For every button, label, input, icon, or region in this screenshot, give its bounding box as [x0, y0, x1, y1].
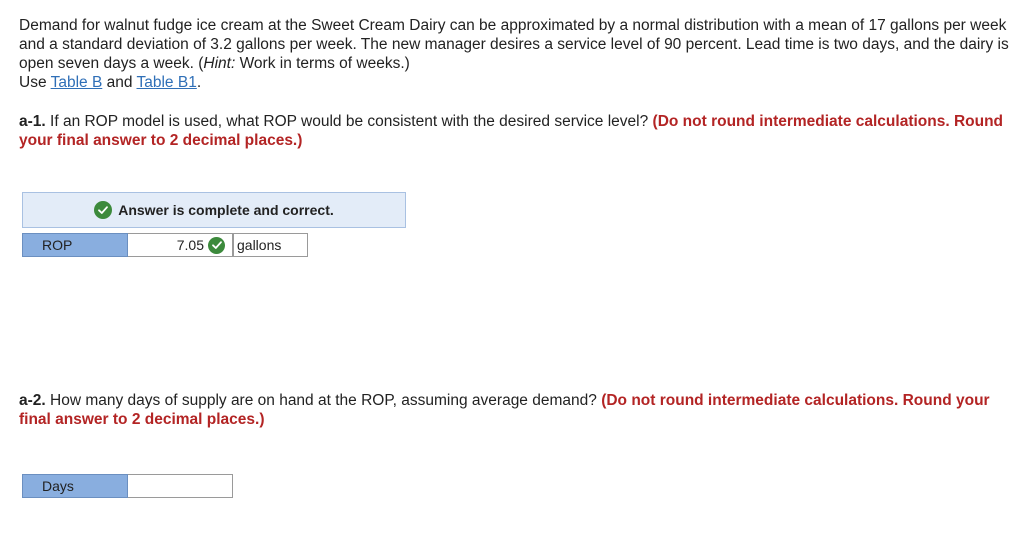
- hint-label: Hint:: [203, 55, 236, 72]
- use-label: Use: [19, 74, 51, 91]
- answer-status-text: Answer is complete and correct.: [118, 201, 334, 218]
- question-a2-text: How many days of supply are on hand at t…: [45, 392, 602, 409]
- problem-statement: Demand for walnut fudge ice cream at the…: [19, 16, 1009, 92]
- days-label: Days: [22, 474, 128, 498]
- rop-answer-value: 7.05: [176, 237, 204, 253]
- rop-unit: gallons: [233, 233, 308, 257]
- check-icon: [94, 201, 113, 219]
- rop-label: ROP: [22, 233, 128, 257]
- table-b1-link[interactable]: Table B1: [137, 74, 197, 91]
- problem-text: Demand for walnut fudge ice cream at the…: [19, 16, 1009, 73]
- question-a1-number: a-1.: [19, 113, 46, 130]
- period: .: [196, 74, 202, 91]
- answer-status-banner: Answer is complete and correct.: [22, 192, 406, 228]
- question-a1-text: If an ROP model is used, what ROP would …: [45, 113, 653, 130]
- table-b-link[interactable]: Table B: [51, 74, 103, 91]
- problem-body: Demand for walnut fudge ice cream at the…: [19, 17, 1009, 72]
- question-a2: a-2. How many days of supply are on hand…: [19, 391, 1009, 429]
- table-reference: Use Table B and Table B1.: [19, 73, 1009, 92]
- and-text: and: [102, 74, 137, 91]
- days-answer-field[interactable]: [128, 474, 233, 498]
- days-answer-row: Days: [22, 474, 233, 498]
- rop-answer-row: ROP 7.05 gallons: [22, 233, 308, 257]
- hint-text: Work in terms of weeks.): [235, 55, 410, 72]
- correct-check-icon: [208, 236, 225, 254]
- question-a1: a-1. If an ROP model is used, what ROP w…: [19, 112, 1009, 150]
- question-a2-number: a-2.: [19, 392, 46, 409]
- rop-answer-field[interactable]: 7.05: [128, 233, 233, 257]
